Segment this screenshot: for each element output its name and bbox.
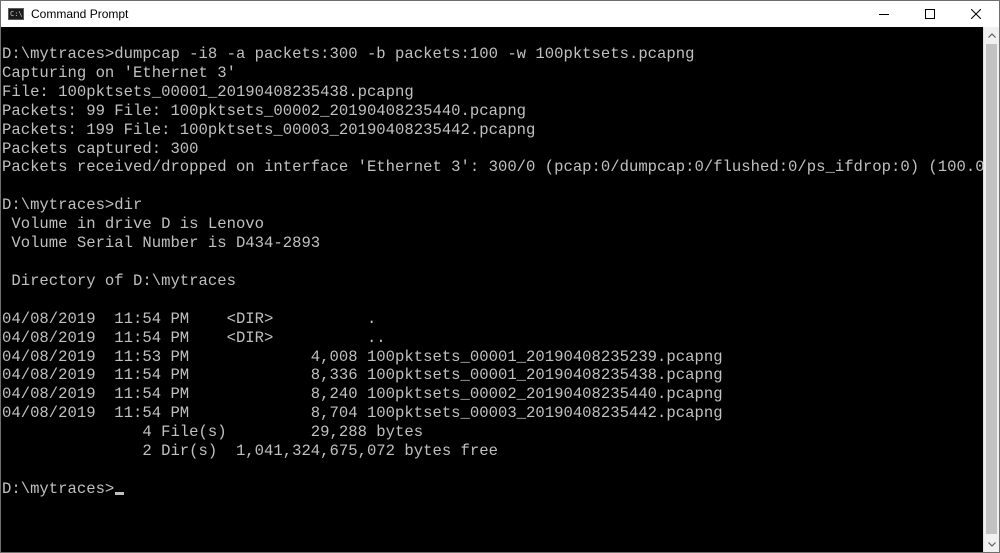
console-line: 04/08/2019 11:54 PM <DIR> .: [2, 309, 377, 328]
console-line: 4 File(s) 29,288 bytes: [2, 423, 424, 442]
text-cursor: [115, 491, 125, 495]
cmd-icon-glyph: C:\: [10, 10, 23, 18]
console-line: 04/08/2019 11:54 PM 8,240 100pktsets_000…: [2, 385, 723, 404]
close-button[interactable]: [953, 1, 999, 27]
title-bar[interactable]: C:\ Command Prompt: [1, 1, 999, 27]
console-line: 04/08/2019 11:54 PM 8,336 100pktsets_000…: [2, 366, 723, 385]
maximize-button[interactable]: [907, 1, 953, 27]
scroll-thumb[interactable]: [986, 44, 997, 534]
console-line: Packets: 199 File: 100pktsets_00003_2019…: [2, 120, 536, 139]
console-line: 04/08/2019 11:54 PM <DIR> ..: [2, 328, 386, 347]
command-prompt: D:\mytraces>: [2, 479, 115, 498]
cmd-icon[interactable]: C:\: [8, 8, 24, 20]
window-controls: [861, 1, 999, 27]
window-title: Command Prompt: [31, 7, 129, 21]
console-line: 2 Dir(s) 1,041,324,675,072 bytes free: [2, 442, 498, 461]
chevron-down-icon: [987, 541, 996, 547]
command-prompt-window: C:\ Command Prompt D:\mytraces>dumpcap -…: [0, 0, 1000, 553]
minimize-button[interactable]: [861, 1, 907, 27]
console-line: D:\mytraces>dumpcap -i8 -a packets:300 -…: [2, 45, 695, 63]
scroll-down-button[interactable]: [984, 536, 999, 552]
console-line: File: 100pktsets_00001_20190408235438.pc…: [2, 82, 414, 101]
close-icon: [971, 9, 981, 19]
console-line: D:\mytraces>dir: [2, 196, 143, 215]
console-output: D:\mytraces>dumpcap -i8 -a packets:300 -…: [1, 27, 983, 499]
maximize-icon: [925, 9, 935, 19]
console-line: Volume in drive D is Lenovo: [2, 215, 265, 234]
console-line: Volume Serial Number is D434-2893: [2, 234, 321, 253]
console-line: Packets captured: 300: [2, 139, 199, 158]
minimize-icon: [879, 14, 889, 15]
console-area[interactable]: D:\mytraces>dumpcap -i8 -a packets:300 -…: [1, 27, 983, 552]
console-line: Directory of D:\mytraces: [2, 271, 236, 290]
vertical-scrollbar[interactable]: [983, 27, 999, 552]
console-line: Packets received/dropped on interface 'E…: [2, 158, 983, 177]
console-line: 04/08/2019 11:53 PM 4,008 100pktsets_000…: [2, 347, 723, 366]
scroll-up-button[interactable]: [984, 27, 999, 43]
console-line: 04/08/2019 11:54 PM 8,704 100pktsets_000…: [2, 404, 723, 423]
chevron-up-icon: [987, 32, 996, 38]
console-line: Capturing on 'Ethernet 3': [2, 63, 236, 82]
console-line: Packets: 99 File: 100pktsets_00002_20190…: [2, 101, 527, 120]
